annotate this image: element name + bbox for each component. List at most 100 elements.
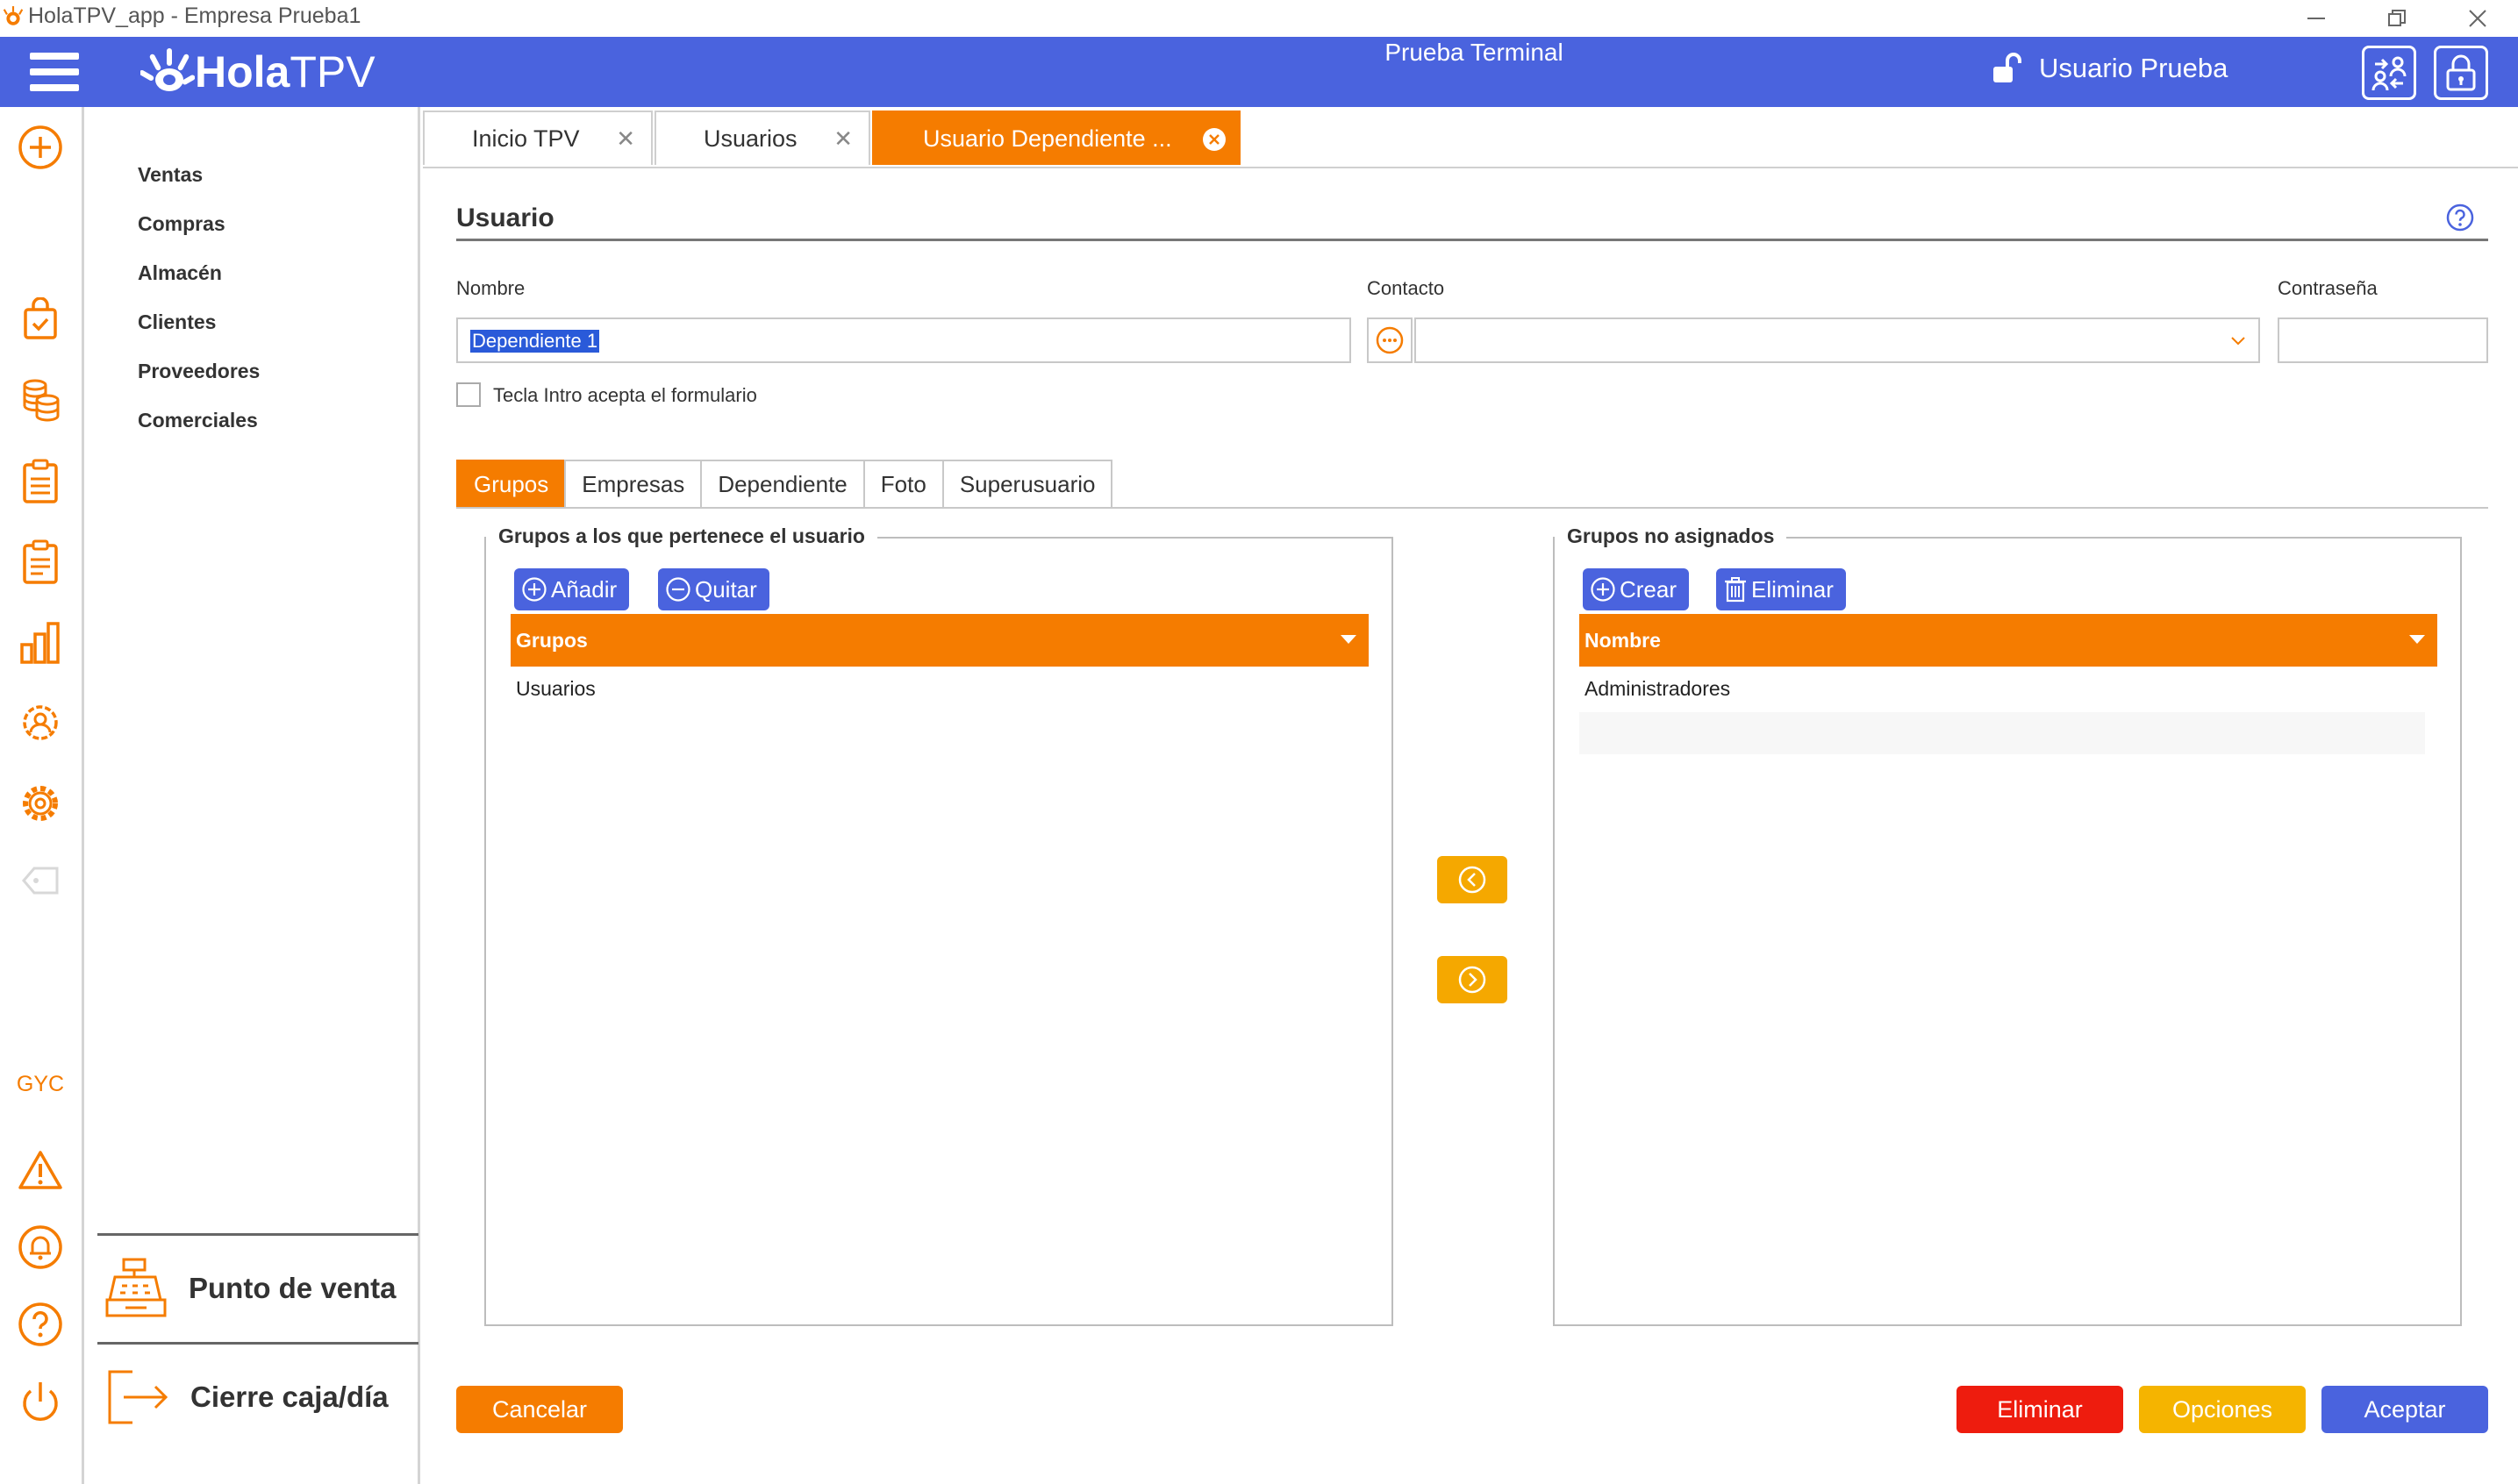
assigned-groups-legend: Grupos a los que pertenece el usuario xyxy=(486,524,877,548)
gyc-label[interactable]: GYC xyxy=(0,1072,81,1097)
sort-caret-icon[interactable] xyxy=(1341,635,1356,644)
cancel-button[interactable]: Cancelar xyxy=(456,1386,623,1433)
logout-arrow-icon xyxy=(108,1370,168,1424)
contacto-label: Contacto xyxy=(1367,277,1445,299)
remove-group-label: Quitar xyxy=(695,575,757,603)
plus-circle-icon xyxy=(1590,576,1616,603)
purchases-nav-button[interactable] xyxy=(16,375,65,425)
more-options-icon xyxy=(1376,326,1404,354)
settings-nav-button[interactable] xyxy=(16,779,65,828)
hamburger-menu-button[interactable] xyxy=(26,49,82,95)
question-circle-icon xyxy=(2446,203,2474,232)
user-indicator[interactable]: Usuario Prueba xyxy=(1992,53,2228,84)
add-group-button[interactable]: Añadir xyxy=(514,568,630,610)
hamburger-line xyxy=(30,53,79,60)
new-button[interactable] xyxy=(16,123,65,172)
table-row[interactable]: Usuarios xyxy=(516,677,596,701)
restore-button[interactable] xyxy=(2357,0,2437,37)
menu-item-compras[interactable]: Compras xyxy=(138,212,225,236)
tab-close-icon[interactable]: ✕ xyxy=(616,125,635,153)
help-button[interactable] xyxy=(16,1300,65,1349)
menu-item-comerciales[interactable]: Comerciales xyxy=(138,409,258,432)
subtab-superusuario[interactable]: Superusuario xyxy=(941,460,1113,509)
assigned-groups-column-header[interactable]: Grupos xyxy=(511,614,1369,667)
nombre-input[interactable]: Dependiente 1 xyxy=(456,317,1351,363)
tab-inicio-tpv[interactable]: Inicio TPV ✕ xyxy=(423,111,653,165)
power-off-button[interactable] xyxy=(16,1377,65,1426)
shopping-bag-icon xyxy=(24,297,57,339)
contrasena-input[interactable] xyxy=(2278,317,2488,363)
accept-button[interactable]: Aceptar xyxy=(2321,1386,2488,1433)
alerts-button[interactable] xyxy=(16,1145,65,1195)
create-group-button[interactable]: Crear xyxy=(1583,568,1690,610)
close-icon xyxy=(2469,10,2486,27)
subtab-dependiente[interactable]: Dependiente xyxy=(700,460,865,509)
sort-caret-icon[interactable] xyxy=(2409,635,2425,644)
move-left-button[interactable] xyxy=(1437,856,1507,903)
tab-baseline xyxy=(423,167,2518,168)
chevron-down-icon xyxy=(2231,337,2245,346)
menu-item-clientes[interactable]: Clientes xyxy=(138,310,216,334)
switch-user-button[interactable] xyxy=(2362,46,2416,100)
subtab-empresas[interactable]: Empresas xyxy=(564,460,703,509)
table-row[interactable]: Administradores xyxy=(1584,677,1730,701)
tab-close-icon[interactable] xyxy=(1202,127,1227,158)
empty-row xyxy=(1579,712,2425,754)
brand-name-hola: Hola xyxy=(195,47,290,96)
subtab-grupos[interactable]: Grupos xyxy=(456,460,567,509)
hand-logo-icon xyxy=(140,48,195,91)
tab-close-icon[interactable]: ✕ xyxy=(833,125,853,153)
delete-group-button[interactable]: Eliminar xyxy=(1716,568,1846,610)
documents-nav-button[interactable] xyxy=(16,537,65,586)
tags-nav-button[interactable] xyxy=(16,856,65,905)
sales-nav-button[interactable] xyxy=(16,295,65,344)
move-right-button[interactable] xyxy=(1437,956,1507,1003)
app-logo-icon xyxy=(3,6,24,25)
minimize-button[interactable] xyxy=(2276,0,2357,37)
plus-circle-icon xyxy=(521,576,547,603)
users-settings-nav-button[interactable] xyxy=(16,698,65,747)
point-of-sale-button[interactable]: Punto de venta xyxy=(97,1233,418,1341)
tab-label: Usuarios xyxy=(704,125,798,152)
tab-usuarios[interactable]: Usuarios ✕ xyxy=(655,111,870,165)
document-tabs: Inicio TPV ✕ Usuarios ✕ Usuario Dependie… xyxy=(423,111,1241,168)
chevron-right-circle-icon xyxy=(1458,966,1486,994)
plus-circle-icon xyxy=(18,125,62,169)
window-title: HolaTPV_app - Empresa Prueba1 xyxy=(28,4,361,28)
minus-circle-icon xyxy=(665,576,691,603)
tab-label: Inicio TPV xyxy=(472,125,580,152)
icon-sidebar: GYC xyxy=(0,107,84,1484)
contact-lookup-button[interactable] xyxy=(1367,317,1413,363)
reports-nav-button[interactable] xyxy=(16,617,65,667)
contacto-select[interactable] xyxy=(1414,317,2260,363)
close-window-button[interactable] xyxy=(2437,0,2518,37)
cash-register-icon xyxy=(105,1258,167,1317)
enter-accepts-checkbox[interactable] xyxy=(456,382,481,407)
user-gear-icon xyxy=(23,705,58,740)
tag-icon xyxy=(22,867,59,895)
clipboard-list-icon xyxy=(23,539,58,584)
help-context-button[interactable] xyxy=(2446,203,2474,236)
module-menu: Ventas Compras Almacén Clientes Proveedo… xyxy=(87,107,420,1484)
warehouse-nav-button[interactable] xyxy=(16,456,65,505)
menu-item-ventas[interactable]: Ventas xyxy=(138,163,203,187)
remove-group-button[interactable]: Quitar xyxy=(658,568,769,610)
unlocked-padlock-icon xyxy=(1993,53,2021,82)
delete-button[interactable]: Eliminar xyxy=(1956,1386,2123,1433)
nombre-value: Dependiente 1 xyxy=(470,330,600,353)
options-button[interactable]: Opciones xyxy=(2139,1386,2306,1433)
subtab-foto[interactable]: Foto xyxy=(862,460,944,509)
notifications-button[interactable] xyxy=(16,1223,65,1272)
lock-screen-button[interactable] xyxy=(2434,46,2488,100)
question-circle-icon xyxy=(18,1302,62,1346)
user-subtabs: Grupos Empresas Dependiente Foto Superus… xyxy=(456,460,1113,509)
tab-usuario-dependiente[interactable]: Usuario Dependiente ... xyxy=(872,111,1241,165)
cash-close-button[interactable]: Cierre caja/día xyxy=(97,1342,418,1450)
terminal-name: Prueba Terminal xyxy=(1384,39,1563,66)
menu-item-almacen[interactable]: Almacén xyxy=(138,261,222,285)
window-titlebar: HolaTPV_app - Empresa Prueba1 xyxy=(0,0,2518,37)
app-header: Hola TPV Prueba Terminal Usuario Prueba xyxy=(0,37,2518,107)
add-group-label: Añadir xyxy=(551,575,618,603)
menu-item-proveedores[interactable]: Proveedores xyxy=(138,360,260,383)
unassigned-groups-column-header[interactable]: Nombre xyxy=(1579,614,2437,667)
